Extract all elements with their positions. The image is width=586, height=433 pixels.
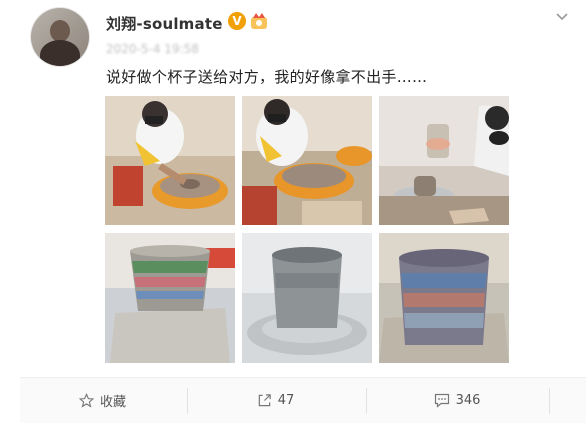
member-crown-icon: [251, 13, 267, 29]
post-photo-4[interactable]: [105, 233, 235, 363]
chevron-down-icon[interactable]: [555, 10, 569, 24]
avatar[interactable]: [31, 8, 89, 66]
comment-button[interactable]: 346: [367, 378, 547, 423]
comment-icon: [434, 393, 449, 408]
pottery-wheel-photo: [242, 96, 372, 225]
comment-count: 346: [455, 393, 481, 408]
verified-badge-icon: V: [228, 12, 246, 30]
post-photo-6[interactable]: [379, 233, 509, 363]
grey-cup-photo: [242, 233, 372, 363]
username[interactable]: 刘翔-soulmate: [106, 13, 223, 34]
striped-cup-photo: [379, 233, 509, 363]
pottery-shaping-photo: [379, 96, 509, 225]
weibo-post: 刘翔-soulmate V 2020-5-4 19:58 说好做个杯子送给对方，…: [0, 0, 586, 433]
favorite-button[interactable]: 收藏: [20, 378, 185, 423]
share-icon: [258, 394, 271, 407]
star-icon: [78, 393, 94, 408]
post-photo-1[interactable]: [105, 96, 235, 225]
post-photo-2[interactable]: [242, 96, 372, 225]
post-timestamp: 2020-5-4 19:58: [106, 42, 199, 56]
favorite-label: 收藏: [99, 395, 126, 410]
pottery-wheel-photo: [105, 96, 235, 225]
striped-cup-photo: [105, 233, 235, 363]
post-text: 说好做个杯子送给对方，我的好像拿不出手……: [106, 68, 428, 86]
post-photo-5[interactable]: [242, 233, 372, 363]
action-separator: [549, 388, 550, 414]
repost-button[interactable]: 47: [188, 378, 363, 423]
post-photo-3[interactable]: [379, 96, 509, 225]
repost-count: 47: [277, 393, 295, 408]
